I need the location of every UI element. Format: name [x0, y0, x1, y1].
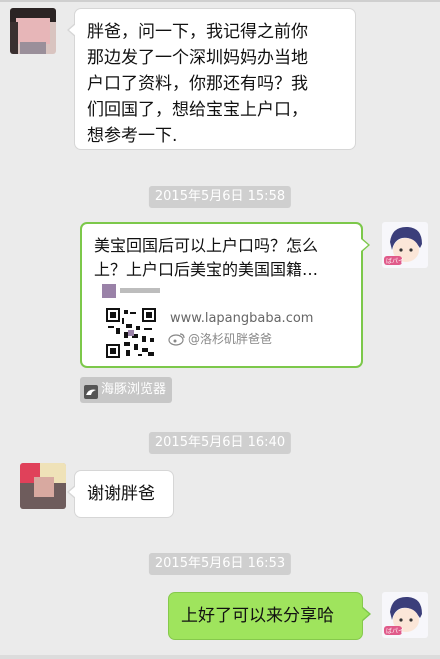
message-bubble[interactable]: 上好了可以来分享哈 — [168, 592, 371, 640]
link-card-bubble[interactable]: 美宝回国后可以上户口吗？怎么 上？上户口后美宝的美国国籍… www.lapang… — [80, 222, 370, 368]
source-app-name: 海豚浏览器 — [101, 382, 167, 397]
message-bubble[interactable]: 胖爸，问一下，我记得之前你 那边发了一个深圳妈妈办当地 户口了资料，你那还有吗？… — [67, 8, 356, 150]
svg-text:ばパイ: ばパイ — [386, 257, 404, 265]
my-avatar[interactable]: ばパイ — [382, 592, 428, 638]
weibo-icon — [168, 332, 186, 346]
message-text: 谢谢胖爸 — [87, 484, 155, 504]
contact-avatar[interactable] — [20, 463, 66, 509]
timestamp: 2015年5月6日 15:58 — [148, 186, 292, 208]
timestamp: 2015年5月6日 16:40 — [148, 432, 292, 454]
weibo-watermark: @洛杉矶胖爸爸 — [168, 331, 272, 347]
dolphin-browser-icon — [84, 383, 98, 399]
message-line: 胖爸，问一下，我记得之前你 — [87, 22, 308, 42]
message-text: 上好了可以来分享哈 — [181, 606, 334, 626]
message-line: 想参考一下. — [87, 126, 178, 146]
thumb-image — [102, 284, 116, 298]
timestamp: 2015年5月6日 16:53 — [148, 553, 292, 575]
message-bubble[interactable]: 谢谢胖爸 — [67, 470, 174, 518]
bottom-divider — [0, 655, 440, 659]
qr-code — [106, 308, 156, 358]
link-url: www.lapangbaba.com — [170, 311, 314, 326]
link-card-title[interactable]: 美宝回国后可以上户口吗？怎么 上？上户口后美宝的美国国籍… — [94, 234, 349, 282]
message-line: 那边发了一个深圳妈妈办当地 — [87, 48, 308, 68]
svg-text:ばパイ: ばパイ — [386, 627, 404, 635]
source-app-tag[interactable]: 海豚浏览器 — [80, 377, 173, 403]
contact-avatar[interactable] — [10, 8, 56, 54]
thumb-text — [120, 288, 160, 293]
weibo-handle: @洛杉矶胖爸爸 — [188, 332, 273, 346]
message-line: 户口了资料，你那还有吗？我 — [87, 74, 308, 94]
top-divider — [0, 0, 440, 2]
card-thumb-header — [102, 284, 162, 298]
message-line: 们回国了，想给宝宝上户口， — [87, 100, 308, 120]
my-avatar[interactable]: ばパイ — [382, 222, 428, 268]
